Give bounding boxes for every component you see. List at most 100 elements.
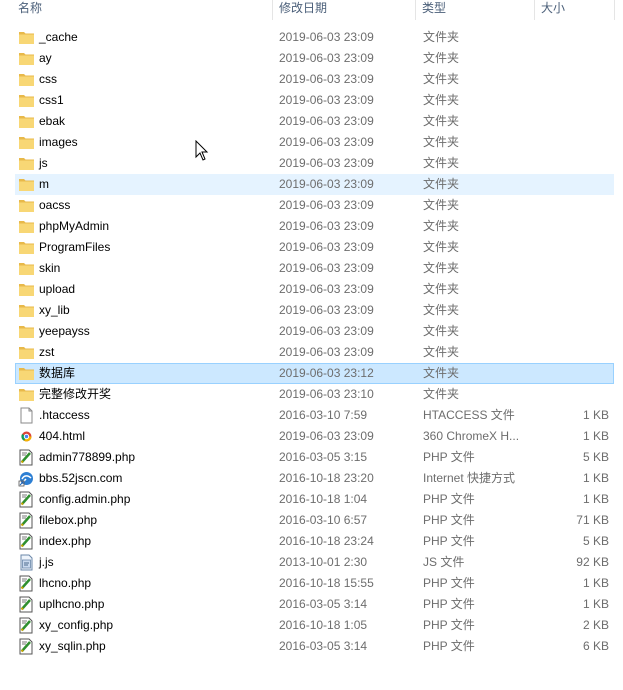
column-header-date[interactable]: 修改日期 xyxy=(275,0,416,20)
file-row[interactable]: upload 2019-06-03 23:09 文件夹 xyxy=(0,279,623,300)
php-file-icon xyxy=(18,491,35,508)
file-name: index.php xyxy=(39,534,92,548)
file-row[interactable]: m 2019-06-03 23:09 文件夹 xyxy=(0,174,623,195)
file-row[interactable]: 完整修改开奖 2019-06-03 23:10 文件夹 xyxy=(0,384,623,405)
file-type: 文件夹 xyxy=(423,303,460,317)
file-type: 文件夹 xyxy=(423,51,460,65)
internet-shortcut-icon xyxy=(18,470,35,487)
column-header-name[interactable]: 名称 xyxy=(14,0,273,20)
file-name: css xyxy=(39,72,57,86)
folder-icon xyxy=(18,239,35,256)
file-size: 1 KB xyxy=(582,597,609,611)
column-header-bar: 名称 修改日期 类型 大小 xyxy=(0,0,623,20)
php-file-icon xyxy=(18,638,35,655)
file-date: 2016-03-05 3:15 xyxy=(279,450,368,464)
file-name: yeepayss xyxy=(39,324,90,338)
file-row[interactable]: zst 2019-06-03 23:09 文件夹 xyxy=(0,342,623,363)
column-header-size[interactable]: 大小 xyxy=(537,0,615,20)
file-date: 2016-10-18 23:24 xyxy=(279,534,374,548)
file-name: xy_sqlin.php xyxy=(39,639,106,653)
file-type: 文件夹 xyxy=(423,156,460,170)
file-name: images xyxy=(39,135,78,149)
file-name: m xyxy=(39,177,49,191)
file-row[interactable]: ay 2019-06-03 23:09 文件夹 xyxy=(0,48,623,69)
file-row[interactable]: admin778899.php 2016-03-05 3:15 PHP 文件 5 KB xyxy=(0,447,623,468)
file-type: 文件夹 xyxy=(423,387,460,401)
file-type: 文件夹 xyxy=(423,261,460,275)
file-list: _cache 2019-06-03 23:09 文件夹 ay 2019-06-03 23… xyxy=(0,27,623,657)
file-row[interactable]: skin 2019-06-03 23:09 文件夹 xyxy=(0,258,623,279)
file-row[interactable]: ebak 2019-06-03 23:09 文件夹 xyxy=(0,111,623,132)
file-size: 6 KB xyxy=(582,639,609,653)
file-row[interactable]: js 2019-06-03 23:09 文件夹 xyxy=(0,153,623,174)
folder-icon xyxy=(18,386,35,403)
folder-icon xyxy=(18,344,35,361)
file-row[interactable]: bbs.52jscn.com 2016-10-18 23:20 Internet 快… xyxy=(0,468,623,489)
folder-icon xyxy=(18,71,35,88)
folder-icon xyxy=(18,302,35,319)
file-row[interactable]: config.admin.php 2016-10-18 1:04 PHP 文件 1 K… xyxy=(0,489,623,510)
file-name: _cache xyxy=(39,30,78,44)
file-size: 1 KB xyxy=(582,429,609,443)
file-name: 数据库 xyxy=(39,366,76,380)
js-file-icon xyxy=(18,554,35,571)
file-type: PHP 文件 xyxy=(423,576,475,590)
column-header-type[interactable]: 类型 xyxy=(418,0,535,20)
folder-icon xyxy=(18,29,35,46)
file-name: css1 xyxy=(39,93,64,107)
file-name: j.js xyxy=(39,555,54,569)
chrome-html-icon xyxy=(18,428,35,445)
file-size: 2 KB xyxy=(582,618,609,632)
file-row[interactable]: xy_lib 2019-06-03 23:09 文件夹 xyxy=(0,300,623,321)
file-row[interactable]: _cache 2019-06-03 23:09 文件夹 xyxy=(0,27,623,48)
file-row[interactable]: yeepayss 2019-06-03 23:09 文件夹 xyxy=(0,321,623,342)
file-name: ProgramFiles xyxy=(39,240,111,254)
file-date: 2019-06-03 23:09 xyxy=(279,240,374,254)
file-type: PHP 文件 xyxy=(423,639,475,653)
file-date: 2019-06-03 23:09 xyxy=(279,219,374,233)
file-date: 2019-06-03 23:09 xyxy=(279,156,374,170)
file-row[interactable]: oacss 2019-06-03 23:09 文件夹 xyxy=(0,195,623,216)
file-row[interactable]: css 2019-06-03 23:09 文件夹 xyxy=(0,69,623,90)
file-date: 2019-06-03 23:09 xyxy=(279,198,374,212)
file-row[interactable]: 404.html 2019-06-03 23:09 360 ChromeX H...… xyxy=(0,426,623,447)
file-row[interactable]: .htaccess 2016-03-10 7:59 HTACCESS 文件 1 KB xyxy=(0,405,623,426)
file-name: xy_config.php xyxy=(39,618,114,632)
file-name: lhcno.php xyxy=(39,576,92,590)
file-row[interactable]: lhcno.php 2016-10-18 15:55 PHP 文件 1 KB xyxy=(0,573,623,594)
file-date: 2019-06-03 23:09 xyxy=(279,93,374,107)
file-size: 1 KB xyxy=(582,576,609,590)
file-type: 文件夹 xyxy=(423,282,460,296)
file-size: 1 KB xyxy=(582,408,609,422)
folder-icon xyxy=(18,218,35,235)
file-size: 1 KB xyxy=(582,471,609,485)
file-type: 文件夹 xyxy=(423,72,460,86)
folder-icon xyxy=(18,197,35,214)
file-date: 2019-06-03 23:09 xyxy=(279,177,374,191)
file-type: PHP 文件 xyxy=(423,513,475,527)
folder-icon xyxy=(18,281,35,298)
file-row[interactable]: index.php 2016-10-18 23:24 PHP 文件 5 KB xyxy=(0,531,623,552)
file-row[interactable]: css1 2019-06-03 23:09 文件夹 xyxy=(0,90,623,111)
file-row[interactable]: filebox.php 2016-03-10 6:57 PHP 文件 71 KB xyxy=(0,510,623,531)
file-date: 2019-06-03 23:10 xyxy=(279,387,374,401)
file-row[interactable]: phpMyAdmin 2019-06-03 23:09 文件夹 xyxy=(0,216,623,237)
file-name: xy_lib xyxy=(39,303,70,317)
file-row[interactable]: j.js 2013-10-01 2:30 JS 文件 92 KB xyxy=(0,552,623,573)
file-date: 2019-06-03 23:09 xyxy=(279,30,374,44)
file-size: 5 KB xyxy=(582,534,609,548)
file-row[interactable]: 数据库 2019-06-03 23:12 文件夹 xyxy=(0,363,623,384)
file-row[interactable]: ProgramFiles 2019-06-03 23:09 文件夹 xyxy=(0,237,623,258)
file-row[interactable]: images 2019-06-03 23:09 文件夹 xyxy=(0,132,623,153)
file-type: 文件夹 xyxy=(423,93,460,107)
file-type: JS 文件 xyxy=(423,555,465,569)
file-row[interactable]: uplhcno.php 2016-03-05 3:14 PHP 文件 1 KB xyxy=(0,594,623,615)
file-row[interactable]: xy_config.php 2016-10-18 1:05 PHP 文件 2 KB xyxy=(0,615,623,636)
folder-icon xyxy=(18,134,35,151)
file-name: admin778899.php xyxy=(39,450,136,464)
file-date: 2019-06-03 23:09 xyxy=(279,72,374,86)
file-type: PHP 文件 xyxy=(423,618,475,632)
file-size: 71 KB xyxy=(576,513,609,527)
file-name: zst xyxy=(39,345,55,359)
file-row[interactable]: xy_sqlin.php 2016-03-05 3:14 PHP 文件 6 KB xyxy=(0,636,623,657)
